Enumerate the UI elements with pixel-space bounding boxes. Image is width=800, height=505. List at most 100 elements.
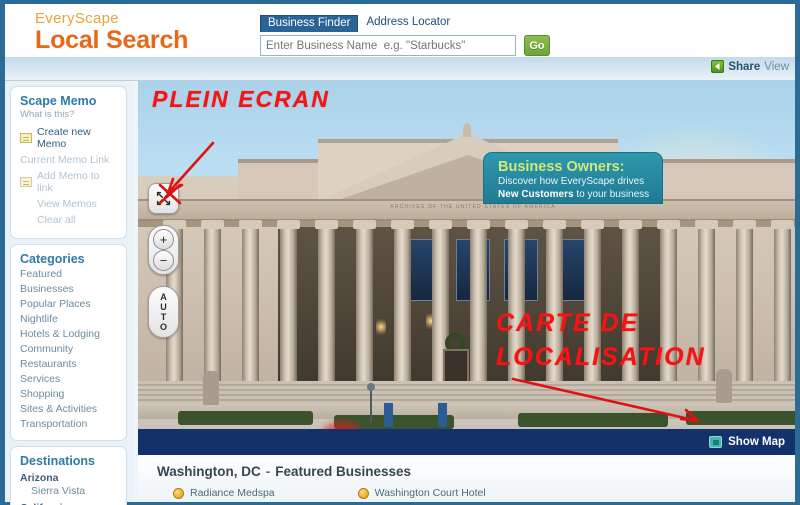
- search-row: Go: [260, 35, 550, 56]
- zoom-in-button[interactable]: +: [153, 229, 174, 250]
- add-memo-to-link-button[interactable]: Add Memo to link: [20, 170, 118, 194]
- view-memos-button[interactable]: View Memos: [20, 198, 118, 210]
- brand-name: EveryScape: [35, 10, 119, 27]
- pediment-finial: [463, 123, 471, 137]
- column: [315, 220, 338, 405]
- map-thumbnail-icon: [709, 436, 723, 448]
- categories-title: Categories: [20, 252, 85, 266]
- everyscape-local-search-page: EveryScape Local Search Business Finder …: [0, 0, 800, 505]
- scape-memo-title: Scape Memo: [20, 94, 97, 108]
- red-motion-blur-artifact: [318, 419, 366, 429]
- view-label: View: [764, 60, 789, 73]
- promo-line-2: New Customers to your business: [498, 188, 662, 201]
- destinations-panel: Destinations Arizona Sierra Vista Califo…: [10, 446, 127, 505]
- fullscreen-expand-icon: [156, 191, 171, 206]
- category-item-hotels-lodging[interactable]: Hotels & Lodging: [20, 327, 118, 342]
- plaza-banner: [438, 403, 447, 427]
- column: [391, 220, 414, 405]
- show-map-bar: Show Map: [138, 429, 795, 455]
- what-is-this-link[interactable]: What is this?: [20, 109, 118, 120]
- panorama-viewer[interactable]: ARCHIVES OF THE UNITED STATES OF AMERICA: [138, 81, 795, 429]
- column: [239, 220, 262, 405]
- heading-separator: -: [265, 464, 271, 479]
- create-new-memo-button[interactable]: Create new Memo: [20, 126, 118, 150]
- search-area: Business Finder Address Locator Go: [260, 14, 550, 56]
- building-inscription: ARCHIVES OF THE UNITED STATES OF AMERICA: [390, 204, 556, 210]
- category-item-sites-activities[interactable]: Sites & Activities: [20, 402, 118, 417]
- share-label: Share: [728, 60, 761, 73]
- plaza-hedge: [178, 411, 313, 425]
- category-item-nightlife[interactable]: Nightlife: [20, 312, 118, 327]
- business-list: Radiance Medspa Washington Court Hotel: [173, 487, 486, 499]
- business-item-radiance-medspa[interactable]: Radiance Medspa: [173, 487, 275, 499]
- search-tabs: Business Finder Address Locator: [260, 14, 550, 32]
- create-new-memo-label: Create new Memo: [37, 126, 91, 150]
- plaza-hedge: [686, 411, 795, 425]
- category-item-community[interactable]: Community: [20, 342, 118, 357]
- location-name: Washington, DC: [157, 464, 261, 479]
- clear-all-button[interactable]: Clear all: [20, 214, 118, 226]
- business-name: Washington Court Hotel: [374, 487, 486, 499]
- section-heading: Washington, DC - Featured Businesses: [157, 464, 411, 479]
- plaza-statue-right: [716, 369, 732, 403]
- current-memo-link-label: Current Memo Link: [20, 154, 110, 166]
- scape-memo-panel: Scape Memo What is this? Create new Memo…: [10, 86, 127, 239]
- plaza-banner: [384, 403, 393, 427]
- page-header: EveryScape Local Search Business Finder …: [5, 4, 795, 57]
- column: [581, 220, 604, 405]
- column: [695, 220, 718, 405]
- destinations-title: Destinations: [20, 454, 96, 468]
- share-icon: [711, 60, 725, 73]
- promo-title: Business Owners:: [498, 159, 625, 175]
- search-input[interactable]: [260, 35, 516, 56]
- categories-panel: Categories Featured Businesses Popular P…: [10, 244, 127, 441]
- sidebar: Scape Memo What is this? Create new Memo…: [5, 81, 133, 505]
- plaza-statue-left: [203, 371, 219, 405]
- category-item-restaurants[interactable]: Restaurants: [20, 357, 118, 372]
- business-owners-promo[interactable]: Business Owners: Discover how EveryScape…: [483, 152, 663, 204]
- go-button[interactable]: Go: [524, 35, 550, 56]
- column: [733, 220, 756, 405]
- tab-address-locator[interactable]: Address Locator: [358, 14, 458, 32]
- column: [619, 220, 642, 405]
- auto-rotate-button[interactable]: AUTO: [148, 286, 179, 338]
- promo-line-2-rest: to your business: [573, 189, 650, 200]
- category-label: Featured Businesses: [20, 268, 74, 295]
- show-map-button[interactable]: Show Map: [728, 436, 785, 448]
- plaza-hedge: [518, 413, 668, 427]
- column: [505, 220, 528, 405]
- business-item-washington-court-hotel[interactable]: Washington Court Hotel: [357, 487, 486, 499]
- column: [771, 220, 794, 405]
- fullscreen-button[interactable]: [148, 183, 179, 214]
- destination-city-sierra-vista[interactable]: Sierra Vista: [20, 484, 118, 498]
- column: [467, 220, 490, 405]
- category-item-transportation[interactable]: Transportation: [20, 417, 118, 432]
- memo-note-icon: [20, 133, 32, 143]
- category-item-shopping[interactable]: Shopping: [20, 387, 118, 402]
- business-marker-icon: [357, 487, 369, 499]
- add-memo-label: Add Memo to link: [37, 170, 100, 194]
- brand-tagline: Local Search: [35, 26, 189, 54]
- share-view-button[interactable]: Share View: [711, 60, 789, 73]
- panorama-image: ARCHIVES OF THE UNITED STATES OF AMERICA: [138, 81, 795, 429]
- body-area: Scape Memo What is this? Create new Memo…: [5, 81, 795, 505]
- plaza-lamppost: [367, 383, 375, 423]
- column: [277, 220, 300, 405]
- memo-folder-icon: [20, 177, 32, 187]
- business-marker-icon: [173, 487, 184, 499]
- zoom-controls: + −: [148, 225, 179, 275]
- business-name: Radiance Medspa: [190, 487, 275, 499]
- tab-business-finder[interactable]: Business Finder: [260, 15, 359, 32]
- section-name: Featured Businesses: [275, 464, 412, 479]
- category-item-services[interactable]: Services: [20, 372, 118, 387]
- category-item-popular-places[interactable]: Popular Places: [20, 297, 118, 312]
- destination-state-arizona: Arizona: [20, 472, 59, 484]
- category-item-featured-businesses[interactable]: Featured Businesses: [20, 267, 118, 297]
- promo-highlight: New Customers: [498, 189, 574, 200]
- brand-logo[interactable]: EveryScape Local Search: [35, 10, 188, 55]
- featured-businesses-section: Washington, DC - Featured Businesses Radia…: [138, 455, 795, 502]
- categories-list: Featured Businesses Popular Places Night…: [20, 267, 118, 432]
- share-bar: Share View: [5, 57, 795, 81]
- zoom-out-button[interactable]: −: [153, 250, 174, 271]
- column: [353, 220, 376, 405]
